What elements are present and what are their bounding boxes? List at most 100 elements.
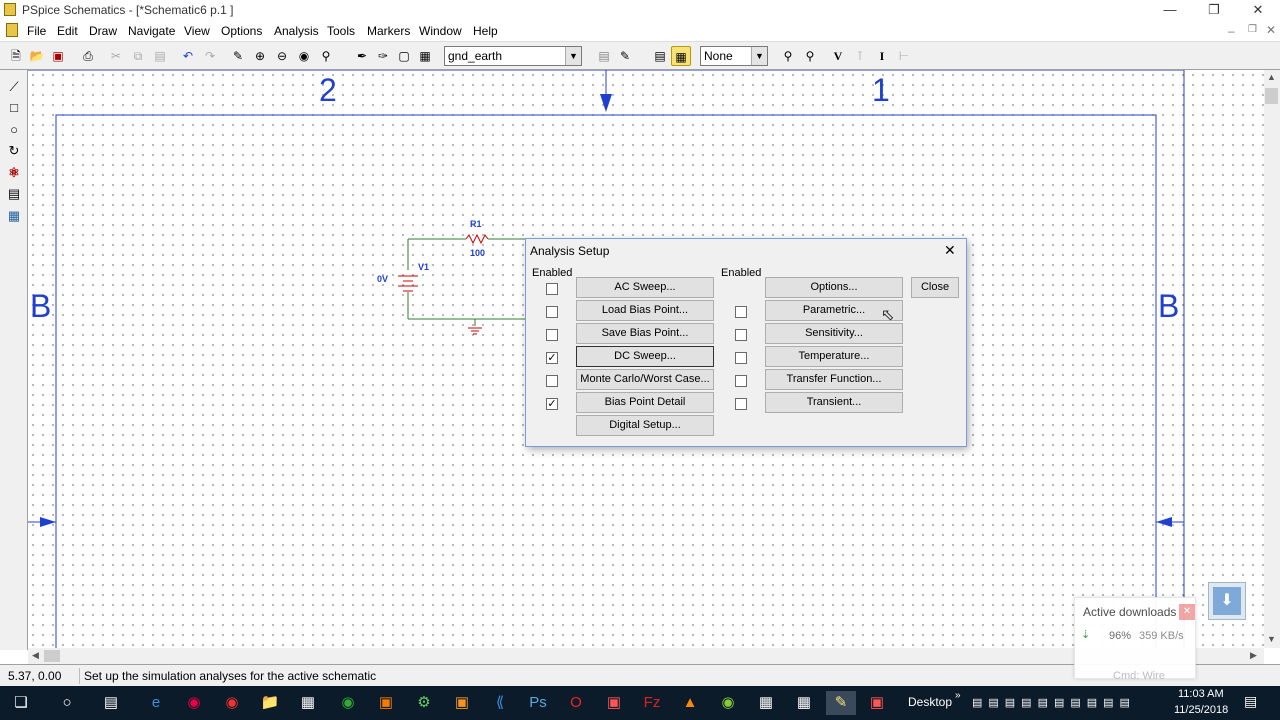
arc-tool-icon[interactable]: ↻ — [4, 141, 24, 161]
draw-block-icon[interactable]: ▢ — [394, 46, 414, 66]
checkbox-parametric[interactable] — [735, 306, 747, 318]
options-button[interactable]: Options... — [765, 277, 903, 298]
desktop-label[interactable]: Desktop — [908, 695, 952, 709]
line-tool-icon[interactable]: ⟋ — [4, 77, 24, 97]
current-marker-icon[interactable]: I — [872, 46, 892, 66]
vertical-scroll-thumb[interactable] — [1265, 88, 1278, 104]
redraw-icon[interactable]: ✎ — [228, 46, 248, 66]
app-icon-1[interactable]: ◉ — [181, 691, 207, 715]
menu-options[interactable]: Options — [221, 24, 262, 38]
photoshop-icon[interactable]: Ps — [525, 691, 551, 715]
part-combo[interactable]: gnd_earth ▼ — [444, 46, 582, 66]
checkbox-save-bias-point[interactable] — [546, 329, 558, 341]
digital-setup-button[interactable]: Digital Setup... — [576, 415, 714, 436]
app-icon-7[interactable]: ▦ — [791, 691, 817, 715]
menu-markers[interactable]: Markers — [367, 24, 410, 38]
tray-icons[interactable]: ▤▤▤▤▤▤▤▤▤▤ — [972, 696, 1136, 709]
probe-icon[interactable]: ⚲ — [778, 46, 798, 66]
notification-icon[interactable]: ▤ — [1244, 693, 1257, 710]
draw-wire-icon[interactable]: ✒ — [352, 46, 372, 66]
app-icon-4[interactable]: ▣ — [601, 691, 627, 715]
voltage-diff-marker-icon[interactable]: ⊺ — [850, 46, 870, 66]
monte-carlo-button[interactable]: Monte Carlo/Worst Case... — [576, 369, 714, 390]
app-icon-8[interactable]: ▣ — [864, 691, 890, 715]
horizontal-scroll-thumb[interactable] — [44, 650, 60, 662]
menu-navigate[interactable]: Navigate — [128, 24, 175, 38]
menu-draw[interactable]: Draw — [89, 24, 117, 38]
undo-icon[interactable]: ↶ — [178, 46, 198, 66]
text-tool-icon[interactable]: ⚛ — [4, 163, 24, 183]
scroll-right-icon[interactable]: ▶ — [1250, 650, 1257, 661]
checkbox-temperature[interactable] — [735, 352, 747, 364]
get-part-icon[interactable]: ▦ — [415, 46, 435, 66]
record-icon[interactable]: ◉ — [219, 691, 245, 715]
menu-edit[interactable]: Edit — [57, 24, 78, 38]
save-icon[interactable]: ▣ — [48, 46, 68, 66]
app-icon-6[interactable]: ▦ — [753, 691, 779, 715]
zoom-in-icon[interactable]: ⊕ — [250, 46, 270, 66]
windows-start-icon[interactable]: ❏ — [8, 691, 34, 715]
close-button[interactable]: Close — [911, 277, 959, 298]
vscode-icon[interactable]: ⟪ — [487, 691, 513, 715]
setup-analysis-icon[interactable]: ▤ — [650, 46, 670, 66]
checkbox-sensitivity[interactable] — [735, 329, 747, 341]
checkbox-transient[interactable] — [735, 398, 747, 410]
sublime-icon[interactable]: ▣ — [449, 691, 475, 715]
voltage-marker-icon[interactable]: V — [828, 46, 848, 66]
edit-symbol-icon[interactable]: ✎ — [615, 46, 635, 66]
bias-point-detail-button[interactable]: Bias Point Detail — [576, 392, 714, 413]
load-bias-point-button[interactable]: Load Bias Point... — [576, 300, 714, 321]
checkbox-monte-carlo[interactable] — [546, 375, 558, 387]
zoom-fit-icon[interactable]: ⚲ — [316, 46, 336, 66]
r1-value[interactable]: 100 — [470, 248, 485, 258]
checkbox-dc-sweep[interactable]: ✓ — [546, 352, 558, 364]
clock-date[interactable]: 11/25/2018 — [1174, 704, 1228, 716]
scroll-down-icon[interactable]: ▼ — [1267, 634, 1276, 644]
v1-value[interactable]: 0V — [377, 274, 388, 284]
checkbox-transfer-function[interactable] — [735, 375, 747, 387]
ac-sweep-button[interactable]: AC Sweep... — [576, 277, 714, 298]
app-icon-5[interactable]: ◉ — [715, 691, 741, 715]
save-bias-point-button[interactable]: Save Bias Point... — [576, 323, 714, 344]
doc-restore-button[interactable]: ❐ — [1248, 24, 1257, 35]
scroll-up-icon[interactable]: ▲ — [1267, 72, 1276, 82]
edit-attributes-icon[interactable]: ▤ — [594, 46, 614, 66]
edge-icon[interactable]: e — [143, 691, 169, 715]
vlc-icon[interactable]: ▲ — [677, 691, 703, 715]
downloads-close-icon[interactable]: ✕ — [1179, 604, 1195, 620]
scroll-left-icon[interactable]: ◀ — [32, 650, 39, 661]
menu-tools[interactable]: Tools — [327, 24, 355, 38]
power-marker-icon[interactable]: ⊢ — [894, 46, 914, 66]
app-icon-2[interactable]: ▣ — [373, 691, 399, 715]
menu-file[interactable]: File — [27, 24, 46, 38]
app-icon-3[interactable]: ⚙ — [411, 691, 437, 715]
pspice-taskbar-icon[interactable]: ✎ — [826, 691, 856, 715]
menu-view[interactable]: View — [184, 24, 210, 38]
circle-tool-icon[interactable]: ○ — [4, 120, 24, 140]
rectangle-tool-icon[interactable]: □ — [4, 98, 24, 118]
probe-current-icon[interactable]: ⚲ — [800, 46, 820, 66]
paste-icon[interactable]: ▤ — [150, 46, 170, 66]
dialog-close-icon[interactable]: ✕ — [944, 242, 956, 259]
chevron-down-icon[interactable]: ▼ — [751, 47, 767, 65]
doc-minimize-button[interactable]: – — [1228, 24, 1235, 38]
close-window-button[interactable]: ✕ — [1236, 0, 1280, 20]
cortana-icon[interactable]: ○ — [54, 691, 80, 715]
copy-icon[interactable]: ⧉ — [128, 46, 148, 66]
file-explorer-icon[interactable]: 📁 — [257, 691, 283, 715]
chrome-icon[interactable]: ◉ — [335, 691, 361, 715]
transient-button[interactable]: Transient... — [765, 392, 903, 413]
clock-time[interactable]: 11:03 AM — [1178, 688, 1224, 700]
menu-window[interactable]: Window — [419, 24, 462, 38]
menu-analysis[interactable]: Analysis — [274, 24, 319, 38]
image-tool-icon[interactable]: ▦ — [4, 206, 24, 226]
open-folder-icon[interactable]: 📂 — [27, 46, 47, 66]
checkbox-load-bias-point[interactable] — [546, 306, 558, 318]
opera-icon[interactable]: O — [563, 691, 589, 715]
print-icon[interactable]: ⎙ — [78, 46, 98, 66]
temperature-button[interactable]: Temperature... — [765, 346, 903, 367]
checkbox-ac-sweep[interactable] — [546, 283, 558, 295]
menu-help[interactable]: Help — [473, 24, 498, 38]
r1-name[interactable]: R1 — [470, 219, 482, 229]
sensitivity-button[interactable]: Sensitivity... — [765, 323, 903, 344]
